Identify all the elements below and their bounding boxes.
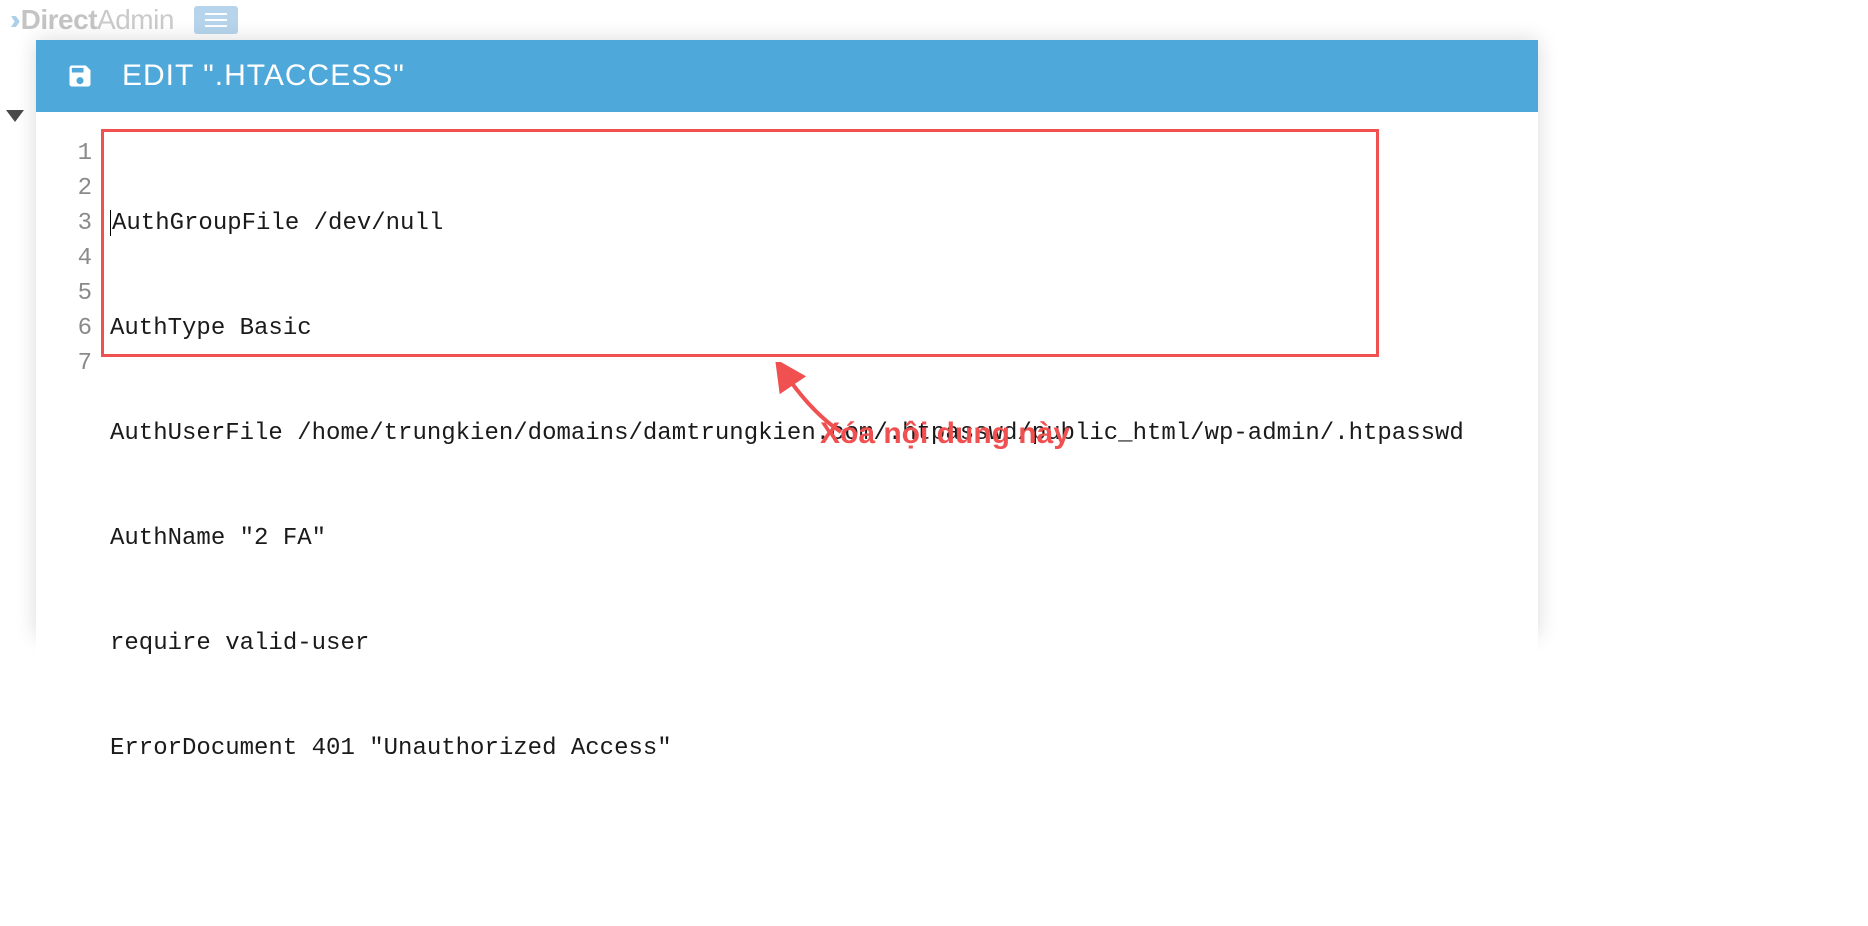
brand-admin: Admin bbox=[97, 4, 174, 35]
line-number: 6 bbox=[72, 311, 92, 346]
brand-direct: Direct bbox=[21, 4, 97, 35]
line-number-gutter: 1 2 3 4 5 6 7 bbox=[72, 136, 92, 381]
brand-chevrons-icon: ›› bbox=[10, 4, 13, 36]
code-line: AuthGroupFile /dev/null bbox=[110, 206, 1518, 241]
brand-text: DirectAdmin bbox=[21, 4, 174, 36]
code-line: ErrorDocument 401 "Unauthorized Access" bbox=[110, 731, 1518, 766]
line-number: 1 bbox=[72, 136, 92, 171]
text-cursor bbox=[110, 210, 111, 236]
line-number: 2 bbox=[72, 171, 92, 206]
code-line: AuthUserFile /home/trungkien/domains/dam… bbox=[110, 416, 1518, 451]
line-number: 7 bbox=[72, 346, 92, 381]
top-header: ›› DirectAdmin bbox=[0, 0, 1868, 40]
brand-logo: ›› DirectAdmin bbox=[10, 4, 174, 36]
code-line: require valid-user bbox=[110, 626, 1518, 661]
save-icon[interactable] bbox=[66, 62, 94, 90]
line-number: 5 bbox=[72, 276, 92, 311]
code-editor[interactable]: 1 2 3 4 5 6 7 AuthGroupFile /dev/null Au… bbox=[36, 112, 1538, 926]
line-number: 4 bbox=[72, 241, 92, 276]
menu-toggle-icon[interactable] bbox=[194, 6, 238, 34]
modal-header: EDIT ".HTACCESS" bbox=[36, 40, 1538, 112]
edit-file-modal: EDIT ".HTACCESS" 1 2 3 4 5 6 7 AuthGroup… bbox=[36, 40, 1538, 636]
dropdown-triangle-icon[interactable] bbox=[6, 110, 24, 122]
modal-title: EDIT ".HTACCESS" bbox=[122, 59, 405, 93]
code-content[interactable]: AuthGroupFile /dev/null AuthType Basic A… bbox=[110, 130, 1518, 906]
code-line: AuthType Basic bbox=[110, 311, 1518, 346]
line-number: 3 bbox=[72, 206, 92, 241]
left-sidebar bbox=[0, 100, 30, 122]
code-line: AuthName "2 FA" bbox=[110, 521, 1518, 556]
